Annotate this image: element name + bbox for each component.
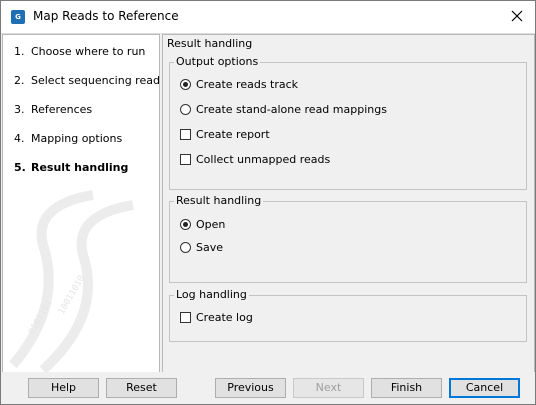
result-handling-group: Result handling Open Save	[169, 194, 527, 283]
window-title: Map Reads to Reference	[33, 9, 179, 23]
result-handling-panel: Result handling Output options Create re…	[162, 34, 535, 373]
create-standalone-radio[interactable]: Create stand-alone read mappings	[180, 101, 387, 117]
step-1[interactable]: 1. Choose where to run	[14, 45, 145, 58]
finish-button[interactable]: Finish	[371, 378, 442, 398]
step-number: 3.	[14, 103, 25, 116]
option-label: Collect unmapped reads	[196, 152, 331, 166]
next-button[interactable]: Next	[293, 378, 364, 398]
option-label: Create log	[196, 310, 253, 324]
open-radio[interactable]: Open	[180, 216, 225, 232]
wizard-steps: 1. Choose where to run 2. Select sequencin…	[2, 34, 160, 373]
dna-watermark-icon: 0101101 10011010	[9, 190, 134, 372]
step-label: References	[31, 103, 93, 116]
app-icon: G	[11, 10, 25, 24]
radio-unselected-icon	[180, 241, 191, 253]
checkbox-unchecked-icon	[180, 311, 191, 323]
cancel-button[interactable]: Cancel	[449, 378, 520, 398]
radio-selected-icon	[180, 218, 191, 230]
close-button[interactable]	[499, 1, 535, 32]
output-options-legend: Output options	[174, 55, 261, 68]
log-handling-group: Log handling Create log	[169, 288, 527, 342]
step-number: 2.	[14, 74, 25, 87]
step-label: Choose where to run	[31, 45, 146, 58]
option-label: Save	[196, 240, 224, 254]
step-label: Mapping options	[31, 132, 123, 145]
step-2[interactable]: 2. Select sequencing reads	[14, 74, 160, 87]
dialog-content: 1. Choose where to run 2. Select sequencin…	[1, 33, 535, 373]
step-label: Select sequencing reads	[31, 74, 160, 87]
step-5[interactable]: 5. Result handling	[14, 161, 128, 174]
option-label: Create stand-alone read mappings	[196, 102, 387, 116]
panel-title: Result handling	[167, 37, 253, 50]
close-icon	[511, 10, 523, 22]
dialog-window: G Map Reads to Reference 1. Choose where …	[0, 0, 536, 405]
result-handling-legend: Result handling	[174, 194, 264, 207]
log-handling-legend: Log handling	[174, 288, 249, 301]
title-bar: G Map Reads to Reference	[1, 1, 535, 33]
radio-unselected-icon	[180, 103, 191, 115]
step-4[interactable]: 4. Mapping options	[14, 132, 122, 145]
collect-unmapped-checkbox[interactable]: Collect unmapped reads	[180, 151, 330, 167]
option-label: Create reads track	[196, 77, 299, 91]
create-log-checkbox[interactable]: Create log	[180, 309, 253, 325]
step-3[interactable]: 3. References	[14, 103, 92, 116]
reset-button[interactable]: Reset	[106, 378, 177, 398]
step-number: 5.	[14, 161, 26, 174]
step-number: 1.	[14, 45, 25, 58]
output-options-group: Output options Create reads track Create…	[169, 55, 527, 190]
checkbox-unchecked-icon	[180, 153, 191, 165]
step-label: Result handling	[31, 161, 129, 174]
option-label: Open	[196, 217, 226, 231]
checkbox-unchecked-icon	[180, 128, 191, 140]
radio-selected-icon	[180, 78, 191, 90]
step-number: 4.	[14, 132, 25, 145]
help-button[interactable]: Help	[28, 378, 99, 398]
create-report-checkbox[interactable]: Create report	[180, 126, 270, 142]
option-label: Create report	[196, 127, 270, 141]
create-reads-track-radio[interactable]: Create reads track	[180, 76, 298, 92]
button-bar: Help Reset Previous Next Finish Cancel	[1, 372, 535, 404]
previous-button[interactable]: Previous	[215, 378, 286, 398]
save-radio[interactable]: Save	[180, 239, 223, 255]
